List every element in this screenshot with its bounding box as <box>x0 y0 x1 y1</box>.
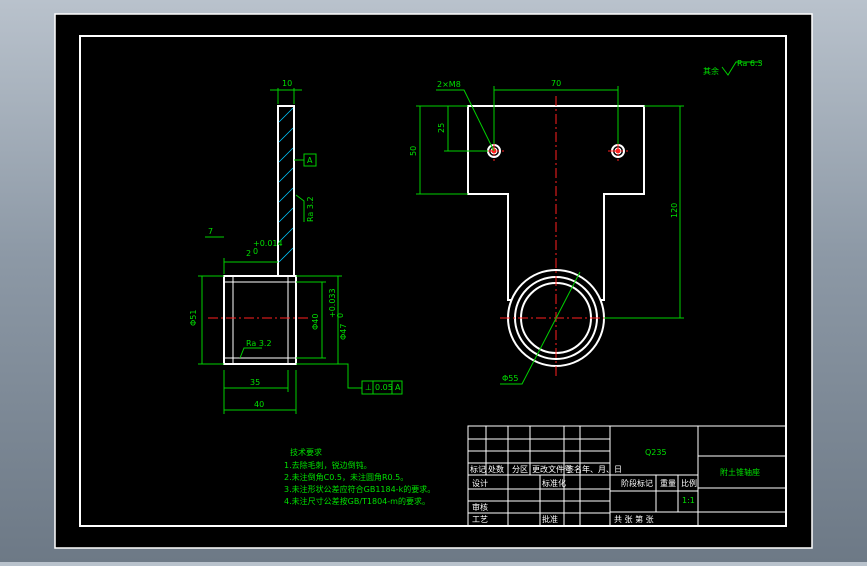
svg-text:比例: 比例 <box>681 478 697 488</box>
svg-text:120: 120 <box>670 203 679 218</box>
svg-text:Ra 3.2: Ra 3.2 <box>246 339 272 348</box>
svg-text:1.去除毛刺，锐边倒钝。: 1.去除毛刺，锐边倒钝。 <box>284 460 372 470</box>
dim-width-top: 10 <box>282 79 292 88</box>
svg-text:Ra 3.2: Ra 3.2 <box>306 196 315 222</box>
part-name: 附土锥轴座 <box>720 467 760 477</box>
svg-text:25: 25 <box>437 123 446 133</box>
svg-text:阶段标记: 阶段标记 <box>621 478 653 488</box>
svg-text:其余: 其余 <box>703 66 719 76</box>
svg-text:Φ51: Φ51 <box>189 310 198 326</box>
svg-text:Ra 6.3: Ra 6.3 <box>737 59 763 68</box>
svg-text:35: 35 <box>250 378 260 387</box>
svg-text:4.未注尺寸公差按GB/T1804-m的要求。: 4.未注尺寸公差按GB/T1804-m的要求。 <box>284 496 430 506</box>
svg-text:2: 2 <box>246 249 251 258</box>
svg-text:2.未注倒角C0.5，未注圆角R0.5。: 2.未注倒角C0.5，未注圆角R0.5。 <box>284 472 408 482</box>
svg-text:1:1: 1:1 <box>682 496 695 505</box>
svg-text:0: 0 <box>253 247 258 256</box>
svg-text:技术要求: 技术要求 <box>290 447 322 457</box>
svg-text:设计: 设计 <box>472 478 488 488</box>
svg-text:标准化: 标准化 <box>542 478 566 488</box>
svg-text:分区: 分区 <box>512 465 528 474</box>
svg-text:标记: 标记 <box>470 464 486 474</box>
cad-viewport[interactable]: 其余 Ra 6.3 10 A Ra 3.2 7 2 +0.014 0 Φ51 Φ… <box>0 0 867 562</box>
svg-text:重量: 重量 <box>660 478 676 488</box>
svg-text:7: 7 <box>208 227 213 236</box>
svg-text:共 张 第 张: 共 张 第 张 <box>614 514 654 524</box>
svg-text:⊥: ⊥ <box>365 383 372 392</box>
drawing-canvas[interactable]: 其余 Ra 6.3 10 A Ra 3.2 7 2 +0.014 0 Φ51 Φ… <box>0 0 867 562</box>
svg-text:签名: 签名 <box>566 464 582 474</box>
svg-text:批准: 批准 <box>542 514 558 524</box>
svg-text:0.05: 0.05 <box>375 383 393 392</box>
svg-text:A: A <box>395 383 401 392</box>
svg-text:年、月、日: 年、月、日 <box>582 464 622 474</box>
svg-text:70: 70 <box>551 79 561 88</box>
svg-text:工艺: 工艺 <box>472 515 488 524</box>
svg-text:Φ47: Φ47 <box>339 324 348 340</box>
svg-text:50: 50 <box>409 146 418 156</box>
svg-text:审核: 审核 <box>472 502 488 512</box>
svg-text:0: 0 <box>336 313 345 318</box>
svg-text:Φ40: Φ40 <box>311 314 320 330</box>
dim-circle: Φ55 <box>502 374 518 383</box>
svg-text:A: A <box>307 156 313 165</box>
svg-text:处数: 处数 <box>488 464 504 474</box>
material-label: Q235 <box>645 448 667 457</box>
dim-holes: 2×M8 <box>437 80 461 89</box>
svg-text:40: 40 <box>254 400 264 409</box>
svg-text:3.未注形状公差应符合GB1184-k的要求。: 3.未注形状公差应符合GB1184-k的要求。 <box>284 484 435 494</box>
